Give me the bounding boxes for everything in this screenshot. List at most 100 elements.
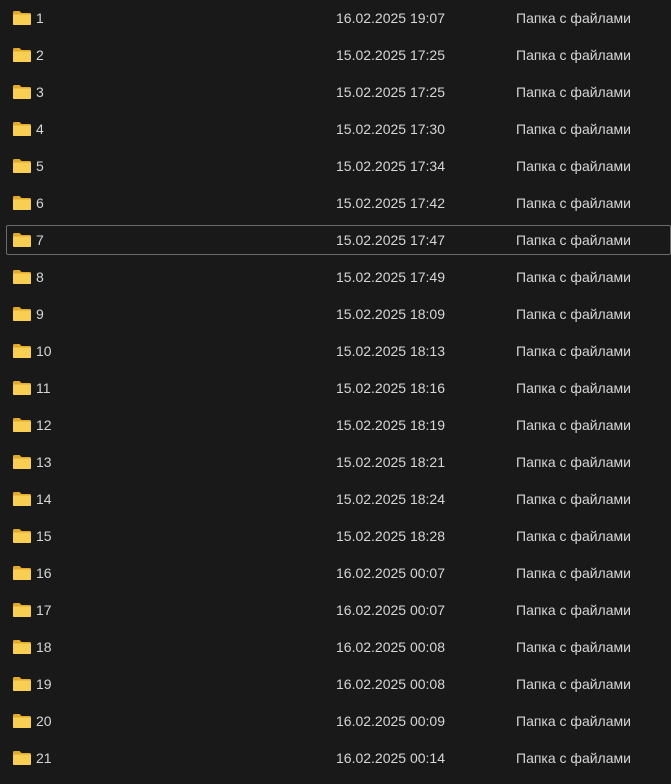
item-type: Папка с файлами [516,491,631,507]
item-type: Папка с файлами [516,343,631,359]
folder-row[interactable]: 10 15.02.2025 18:13 Папка с файлами [6,336,671,366]
folder-icon [13,418,31,432]
folder-row[interactable]: 11 15.02.2025 18:16 Папка с файлами [6,373,671,403]
folder-icon [13,640,31,654]
folder-name: 9 [36,306,44,322]
folder-name: 14 [36,491,52,507]
item-type: Папка с файлами [516,713,631,729]
folder-name: 16 [36,565,52,581]
folder-icon [13,48,31,62]
folder-icon [13,270,31,284]
folder-icon [13,381,31,395]
folder-name: 17 [36,602,52,618]
folder-icon [13,492,31,506]
folder-row[interactable]: 16 16.02.2025 00:07 Папка с файлами [6,558,671,588]
date-modified: 15.02.2025 17:49 [336,269,445,285]
folder-name: 8 [36,269,44,285]
date-modified: 16.02.2025 00:07 [336,565,445,581]
folder-row[interactable]: 6 15.02.2025 17:42 Папка с файлами [6,188,671,218]
folder-row[interactable]: 20 16.02.2025 00:09 Папка с файлами [6,706,671,736]
item-type: Папка с файлами [516,84,631,100]
item-type: Папка с файлами [516,269,631,285]
folder-name: 18 [36,639,52,655]
folder-row[interactable]: 2 15.02.2025 17:25 Папка с файлами [6,40,671,70]
folder-row[interactable]: 5 15.02.2025 17:34 Папка с файлами [6,151,671,181]
folder-row[interactable]: 3 15.02.2025 17:25 Папка с файлами [6,77,671,107]
item-type: Папка с файлами [516,565,631,581]
folder-name: 19 [36,676,52,692]
date-modified: 15.02.2025 17:25 [336,84,445,100]
folder-row[interactable]: 4 15.02.2025 17:30 Папка с файлами [6,114,671,144]
item-type: Папка с файлами [516,528,631,544]
item-type: Папка с файлами [516,454,631,470]
folder-icon [13,529,31,543]
date-modified: 15.02.2025 18:16 [336,380,445,396]
folder-row[interactable]: 17 16.02.2025 00:07 Папка с файлами [6,595,671,625]
date-modified: 15.02.2025 17:47 [336,232,445,248]
item-type: Папка с файлами [516,121,631,137]
folder-icon [13,159,31,173]
folder-icon [13,122,31,136]
folder-name: 6 [36,195,44,211]
date-modified: 15.02.2025 17:34 [336,158,445,174]
folder-icon [13,566,31,580]
item-type: Папка с файлами [516,10,631,26]
date-modified: 16.02.2025 00:08 [336,676,445,692]
date-modified: 15.02.2025 18:19 [336,417,445,433]
folder-icon [13,714,31,728]
folder-name: 7 [36,232,44,248]
item-type: Папка с файлами [516,676,631,692]
folder-icon [13,196,31,210]
date-modified: 15.02.2025 18:13 [336,343,445,359]
folder-row[interactable]: 8 15.02.2025 17:49 Папка с файлами [6,262,671,292]
date-modified: 15.02.2025 17:25 [336,47,445,63]
folder-icon [13,677,31,691]
folder-name: 11 [36,380,51,396]
folder-name: 10 [36,343,52,359]
folder-icon [13,85,31,99]
item-type: Папка с файлами [516,417,631,433]
folder-row[interactable]: 21 16.02.2025 00:14 Папка с файлами [6,743,671,773]
date-modified: 16.02.2025 00:08 [336,639,445,655]
folder-icon [13,11,31,25]
item-type: Папка с файлами [516,232,631,248]
folder-row[interactable]: 15 15.02.2025 18:28 Папка с файлами [6,521,671,551]
folder-row[interactable]: 14 15.02.2025 18:24 Папка с файлами [6,484,671,514]
folder-name: 3 [36,84,44,100]
folder-row[interactable]: 18 16.02.2025 00:08 Папка с файлами [6,632,671,662]
date-modified: 15.02.2025 18:24 [336,491,445,507]
folder-name: 20 [36,713,52,729]
date-modified: 15.02.2025 18:28 [336,528,445,544]
date-modified: 15.02.2025 18:09 [336,306,445,322]
item-type: Папка с файлами [516,195,631,211]
date-modified: 16.02.2025 19:07 [336,10,445,26]
folder-icon [13,307,31,321]
folder-icon [13,344,31,358]
folder-name: 2 [36,47,44,63]
date-modified: 15.02.2025 18:21 [336,454,445,470]
folder-row[interactable]: 1 16.02.2025 19:07 Папка с файлами [6,3,671,33]
date-modified: 16.02.2025 00:07 [336,602,445,618]
item-type: Папка с файлами [516,750,631,766]
folder-icon [13,751,31,765]
date-modified: 15.02.2025 17:42 [336,195,445,211]
folder-row[interactable]: 7 15.02.2025 17:47 Папка с файлами [6,225,671,255]
item-type: Папка с файлами [516,47,631,63]
item-type: Папка с файлами [516,380,631,396]
folder-name: 15 [36,528,52,544]
folder-name: 5 [36,158,44,174]
folder-name: 4 [36,121,44,137]
folder-name: 1 [36,10,44,26]
item-type: Папка с файлами [516,158,631,174]
folder-icon [13,603,31,617]
folder-row[interactable]: 19 16.02.2025 00:08 Папка с файлами [6,669,671,699]
folder-icon [13,233,31,247]
folder-row[interactable]: 9 15.02.2025 18:09 Папка с файлами [6,299,671,329]
date-modified: 16.02.2025 00:09 [336,713,445,729]
folder-name: 13 [36,454,52,470]
item-type: Папка с файлами [516,306,631,322]
folder-icon [13,455,31,469]
folder-row[interactable]: 13 15.02.2025 18:21 Папка с файлами [6,447,671,477]
date-modified: 16.02.2025 00:14 [336,750,445,766]
folder-row[interactable]: 12 15.02.2025 18:19 Папка с файлами [6,410,671,440]
